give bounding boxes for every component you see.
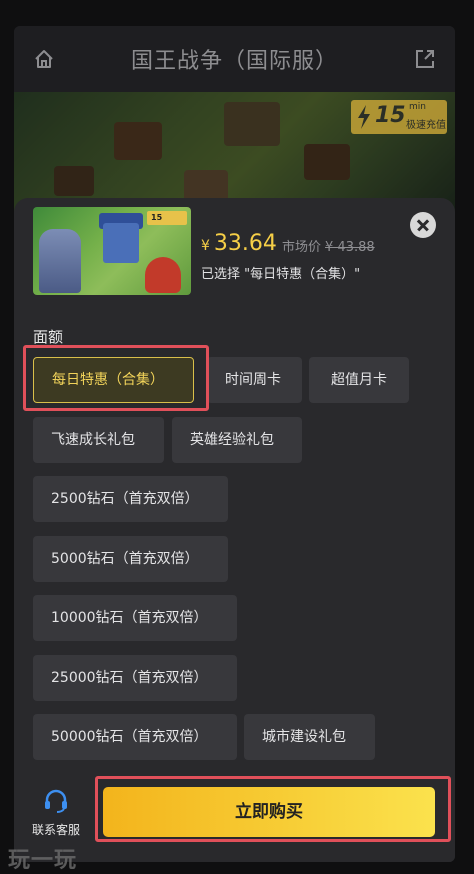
customer-service-button[interactable]: 联系客服 xyxy=(26,788,86,838)
watermark: 玩一玩 xyxy=(8,847,78,873)
badge-number: 15 xyxy=(375,103,406,128)
price-value: 33.64 xyxy=(213,231,277,256)
thumb-character xyxy=(145,257,181,293)
market-price: 市场价 ¥ 43.88 xyxy=(282,236,375,255)
fast-recharge-badge: 15 min 极速充值 xyxy=(351,100,447,134)
thumb-castle xyxy=(103,223,139,263)
price: ¥33.64 xyxy=(201,231,277,256)
option-growth-pack[interactable]: 飞速成长礼包 xyxy=(33,417,164,463)
option-city-build-pack[interactable]: 城市建设礼包 xyxy=(244,714,375,760)
market-price-value: ¥ 43.88 xyxy=(325,240,375,255)
option-5000-diamonds[interactable]: 5000钻石（首充双倍） xyxy=(33,536,228,582)
option-2500-diamonds[interactable]: 2500钻石（首充双倍） xyxy=(33,476,228,522)
highlight-selected-option xyxy=(23,345,209,411)
share-icon[interactable] xyxy=(412,46,438,72)
page-title: 国王战争（国际服） xyxy=(130,49,338,74)
headset-icon xyxy=(45,789,67,813)
customer-service-label: 联系客服 xyxy=(31,823,80,837)
top-bar: 国王战争（国际服） xyxy=(14,26,455,92)
badge-text: 极速充值 xyxy=(406,120,446,131)
option-25000-diamonds[interactable]: 25000钻石（首充双倍） xyxy=(33,655,237,701)
selected-option-text: 已选择 "每日特惠（合集）" xyxy=(201,267,361,282)
option-10000-diamonds[interactable]: 10000钻石（首充双倍） xyxy=(33,595,237,641)
market-label: 市场价 xyxy=(282,240,322,255)
highlight-buy-button xyxy=(95,776,451,842)
option-hero-exp-pack[interactable]: 英雄经验礼包 xyxy=(172,417,302,463)
thumb-badge: 15 xyxy=(147,211,187,225)
purchase-sheet: 15 ¥33.64 市场价 ¥ 43.88 已选择 "每日特惠（合集）" 面额 每… xyxy=(14,198,455,862)
lightning-icon xyxy=(358,105,370,129)
thumb-knight xyxy=(39,229,81,293)
option-50000-diamonds[interactable]: 50000钻石（首充双倍） xyxy=(33,714,237,760)
close-icon[interactable] xyxy=(410,212,436,238)
option-weekly-card[interactable]: 时间周卡 xyxy=(207,357,302,403)
product-thumbnail: 15 xyxy=(33,207,191,295)
option-monthly-card[interactable]: 超值月卡 xyxy=(309,357,409,403)
app-window: 国王战争（国际服） 15 min 极速充值 15 ¥ 33.64 市场价 ¥ 4… xyxy=(14,26,455,862)
denomination-label: 面额 xyxy=(33,328,64,346)
currency-symbol: ¥ xyxy=(201,238,210,254)
badge-unit: min xyxy=(409,102,426,112)
game-banner: 15 min 极速充值 xyxy=(14,92,455,212)
